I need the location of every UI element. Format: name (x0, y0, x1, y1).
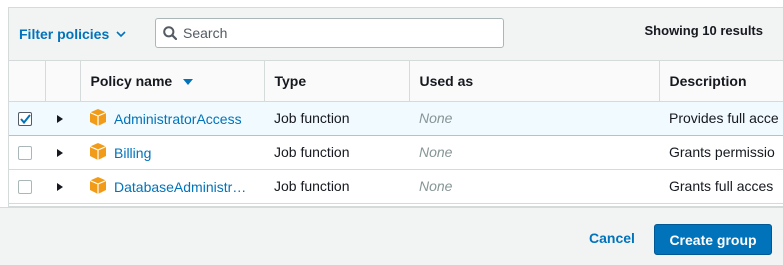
caret-right-icon[interactable] (57, 115, 63, 124)
caret-right-icon[interactable] (57, 149, 63, 158)
package-icon (90, 142, 106, 160)
filter-policies-label: Filter policies (19, 26, 110, 42)
row-expand-cell (45, 169, 80, 204)
row-expand-cell (45, 101, 80, 136)
row-checkbox[interactable] (18, 112, 32, 127)
row-checkbox[interactable] (18, 180, 32, 195)
policy-description-cell: Grants full acces (659, 169, 783, 204)
row-expand-cell (45, 135, 80, 170)
create-group-button[interactable]: Create group (654, 224, 772, 255)
policy-used-as-cell: None (409, 135, 659, 170)
policy-name-link[interactable]: DatabaseAdministrator (114, 179, 248, 195)
table-row[interactable]: DatabaseAdministrator Job function None … (9, 169, 783, 204)
table-toolbar: Filter policies Showing 10 results (9, 8, 783, 61)
table-header-row: Policy name Type Used as Description (9, 61, 783, 102)
policy-type-cell: Job function (264, 101, 409, 136)
policy-name-cell: AdministratorAccess (80, 101, 264, 136)
policy-used-as-cell: None (409, 101, 659, 136)
results-count: Showing 10 results (644, 23, 763, 38)
package-icon (90, 108, 106, 126)
header-description[interactable]: Description (658, 61, 783, 102)
cancel-button[interactable]: Cancel (589, 230, 635, 246)
filter-policies-dropdown[interactable]: Filter policies (19, 26, 126, 42)
policy-type-cell: Job function (264, 169, 409, 204)
search-input[interactable] (183, 25, 483, 41)
header-expand-column (44, 61, 80, 102)
policy-name-link[interactable]: AdministratorAccess (114, 111, 242, 127)
row-select-cell (9, 135, 45, 170)
caret-right-icon[interactable] (57, 183, 63, 192)
sort-down-icon[interactable] (183, 79, 194, 86)
row-select-cell (9, 169, 45, 204)
policy-type-cell: Job function (264, 135, 409, 170)
search-icon (163, 26, 177, 40)
row-checkbox[interactable] (18, 146, 32, 161)
policy-description-cell: Provides full acce (659, 101, 783, 136)
dialog-footer: Cancel Create group (0, 207, 783, 265)
package-icon (90, 176, 106, 194)
chevron-down-icon (116, 30, 126, 37)
policy-name-link[interactable]: Billing (114, 145, 151, 161)
header-type[interactable]: Type (263, 61, 409, 102)
search-box[interactable] (155, 18, 504, 48)
policy-table-panel: Filter policies Showing 10 results Polic… (8, 7, 783, 207)
table-row[interactable]: AdministratorAccess Job function None Pr… (9, 101, 783, 136)
header-used-as[interactable]: Used as (408, 61, 659, 102)
header-policy-name-label: Policy name (90, 72, 173, 89)
policy-table: Policy name Type Used as Description Adm… (9, 61, 783, 204)
policy-name-cell: Billing (80, 135, 264, 170)
policy-name-cell: DatabaseAdministrator (80, 169, 264, 204)
checkmark-icon (20, 114, 31, 125)
policy-used-as-cell: None (409, 169, 659, 204)
policy-description-cell: Grants permissio (659, 135, 783, 170)
row-select-cell (9, 101, 45, 136)
header-select-column (9, 61, 45, 102)
table-row[interactable]: Billing Job function None Grants permiss… (9, 135, 783, 170)
header-policy-name[interactable]: Policy name (79, 61, 264, 102)
